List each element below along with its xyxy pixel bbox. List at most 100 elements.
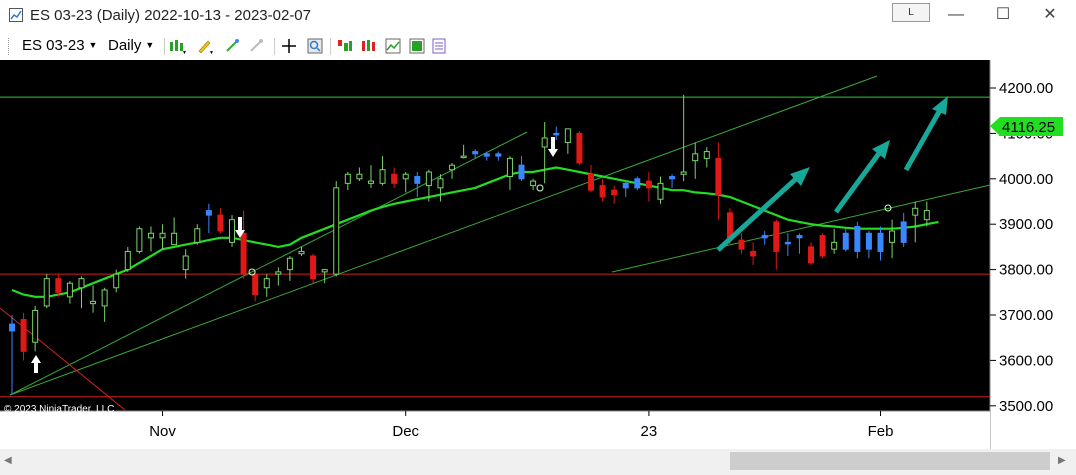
candle-body xyxy=(784,241,791,245)
maximize-button[interactable]: ☐ xyxy=(983,4,1023,26)
candle-body xyxy=(622,182,629,189)
time-tick-label: 23 xyxy=(641,423,658,440)
time-tick-label: Feb xyxy=(868,423,894,440)
scroll-thumb[interactable] xyxy=(730,452,1050,470)
window-title: ES 03-23 (Daily) 2022-10-13 - 2023-02-07 xyxy=(30,7,311,24)
candle-body xyxy=(773,221,780,252)
candle-body xyxy=(831,241,838,250)
zoom-icon[interactable] xyxy=(306,37,324,55)
candle-body xyxy=(147,232,154,239)
candle-body xyxy=(275,271,282,275)
candle-body xyxy=(611,189,618,196)
toolbar-separator xyxy=(274,38,275,55)
candle-body xyxy=(159,232,166,239)
candle-body xyxy=(530,180,537,187)
candle-body xyxy=(588,173,594,191)
chart-style-icon[interactable] xyxy=(384,37,402,55)
price-chart[interactable]: 4200.004100.004000.003900.003800.003700.… xyxy=(0,60,1076,449)
candle-body xyxy=(402,173,409,180)
bar-type-icon[interactable]: ▼ xyxy=(168,37,186,55)
candle-body xyxy=(78,278,85,289)
candle-body xyxy=(367,180,374,184)
horizontal-scrollbar[interactable]: ◀ ▶ xyxy=(0,449,1076,475)
current-price-marker: 4116.25 xyxy=(990,117,1063,137)
price-tick-label: 3900.00 xyxy=(999,216,1053,233)
candle-body xyxy=(437,178,444,189)
current-price-label: 4116.25 xyxy=(1002,119,1055,136)
price-tick-label: 3700.00 xyxy=(999,307,1053,324)
candle-body xyxy=(310,255,317,280)
close-button[interactable]: ✕ xyxy=(1030,4,1070,26)
candle-body xyxy=(889,230,896,243)
price-tick-label: 3800.00 xyxy=(999,262,1053,279)
candle-body xyxy=(286,257,293,271)
draw-pencil-icon[interactable]: ▼ xyxy=(196,37,214,55)
candle-body xyxy=(645,180,652,189)
chart-toolbar: ES 03-23 ▼ Daily ▼ ▼ ▼ xyxy=(0,32,1076,61)
candle-body xyxy=(703,151,710,159)
remove-drawing-icon[interactable] xyxy=(248,37,266,55)
scroll-left-arrow[interactable]: ◀ xyxy=(4,455,12,466)
price-tick-label: 3600.00 xyxy=(999,352,1053,369)
layout-button[interactable]: L xyxy=(892,3,930,22)
candle-body xyxy=(414,176,421,184)
properties-icon[interactable] xyxy=(430,37,448,55)
candle-body xyxy=(182,255,189,271)
candle-body xyxy=(55,278,62,293)
candle-body xyxy=(333,187,340,275)
candle-body xyxy=(379,169,386,184)
candle-body xyxy=(912,207,919,216)
candle-body xyxy=(796,235,803,239)
scroll-right-arrow[interactable]: ▶ xyxy=(1058,455,1066,466)
svg-text:▼: ▼ xyxy=(209,50,214,55)
instrument-selector[interactable]: ES 03-23 ▼ xyxy=(22,37,97,54)
candle-body xyxy=(808,246,815,264)
time-tick-label: Nov xyxy=(149,423,176,440)
candle-body xyxy=(634,178,641,189)
chart-panel[interactable]: 4200.004100.004000.003900.003800.003700.… xyxy=(0,60,1076,449)
svg-text:▼: ▼ xyxy=(182,50,186,55)
candle-body xyxy=(564,128,571,143)
candle-body xyxy=(669,176,676,180)
interval-label: Daily xyxy=(108,37,142,54)
candle-body xyxy=(761,235,768,239)
price-tick-label: 3500.00 xyxy=(999,398,1053,415)
candle-body xyxy=(263,278,270,289)
candle-body xyxy=(576,132,583,164)
plot-area[interactable] xyxy=(0,60,990,449)
indicators-icon[interactable] xyxy=(360,37,378,55)
candle-body xyxy=(356,173,363,180)
candle-body xyxy=(43,278,50,307)
candle-body xyxy=(541,137,548,148)
candle-body xyxy=(136,228,143,252)
candle-body xyxy=(344,173,351,184)
candle-body xyxy=(194,228,201,243)
crosshair-add-icon[interactable] xyxy=(224,37,242,55)
candle-body xyxy=(506,157,513,178)
data-box-icon[interactable] xyxy=(408,37,426,55)
candle-body xyxy=(715,157,722,196)
interval-selector[interactable]: Daily ▼ xyxy=(108,37,154,54)
strategies-icon[interactable] xyxy=(336,37,354,55)
candle-body xyxy=(900,221,907,243)
candle-body xyxy=(321,269,328,273)
candle-body xyxy=(923,210,930,221)
candle-body xyxy=(854,225,861,252)
toolbar-separator xyxy=(164,38,165,55)
candle-body xyxy=(171,232,178,246)
candle-body xyxy=(692,153,699,162)
candle-body xyxy=(472,151,479,155)
candle-body xyxy=(750,250,757,257)
title-bar: ES 03-23 (Daily) 2022-10-13 - 2023-02-07… xyxy=(0,0,1076,32)
candle-body xyxy=(657,182,664,200)
time-tick-label: Dec xyxy=(392,423,419,440)
candle-body xyxy=(298,250,305,255)
price-tick-label: 4000.00 xyxy=(999,171,1053,188)
candle-body xyxy=(819,235,826,257)
candle-body xyxy=(495,153,502,157)
pointer-crosshair-icon[interactable] xyxy=(280,37,298,55)
toolbar-grip xyxy=(8,38,12,55)
minimize-button[interactable]: — xyxy=(936,4,976,26)
candle-body xyxy=(738,239,745,250)
candle-body xyxy=(877,232,884,252)
